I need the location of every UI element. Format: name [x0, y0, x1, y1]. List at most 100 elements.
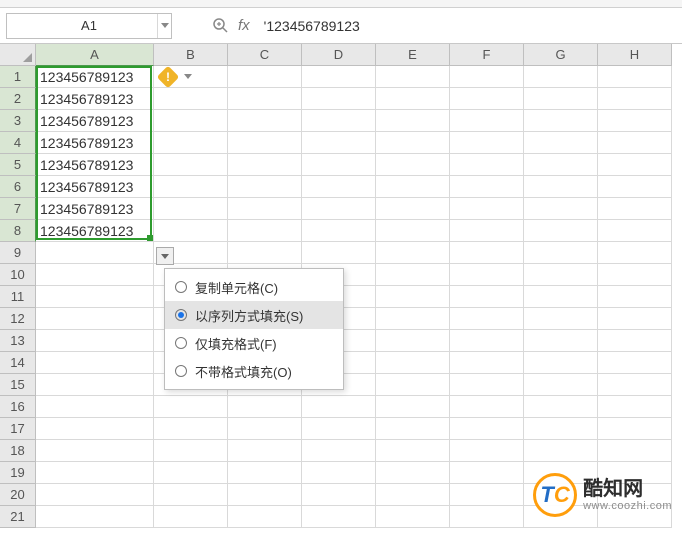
cell-A18[interactable]: [36, 440, 154, 462]
cell-H1[interactable]: [598, 66, 672, 88]
cell-E1[interactable]: [376, 66, 450, 88]
row-header-3[interactable]: 3: [0, 110, 36, 132]
row-header-6[interactable]: 6: [0, 176, 36, 198]
cell-A8[interactable]: 123456789123: [36, 220, 154, 242]
cell-B4[interactable]: [154, 132, 228, 154]
row-header-8[interactable]: 8: [0, 220, 36, 242]
cell-H13[interactable]: [598, 330, 672, 352]
cell-E21[interactable]: [376, 506, 450, 528]
cell-B20[interactable]: [154, 484, 228, 506]
col-header-D[interactable]: D: [302, 44, 376, 66]
cell-H2[interactable]: [598, 88, 672, 110]
cell-A4[interactable]: 123456789123: [36, 132, 154, 154]
cell-B17[interactable]: [154, 418, 228, 440]
col-header-H[interactable]: H: [598, 44, 672, 66]
cell-G12[interactable]: [524, 308, 598, 330]
cell-G3[interactable]: [524, 110, 598, 132]
cell-G9[interactable]: [524, 242, 598, 264]
cell-E13[interactable]: [376, 330, 450, 352]
cell-C6[interactable]: [228, 176, 302, 198]
cell-A16[interactable]: [36, 396, 154, 418]
cell-E3[interactable]: [376, 110, 450, 132]
cell-G10[interactable]: [524, 264, 598, 286]
cell-A20[interactable]: [36, 484, 154, 506]
cell-F7[interactable]: [450, 198, 524, 220]
cell-D8[interactable]: [302, 220, 376, 242]
cell-F5[interactable]: [450, 154, 524, 176]
cell-F13[interactable]: [450, 330, 524, 352]
cell-H11[interactable]: [598, 286, 672, 308]
cell-C17[interactable]: [228, 418, 302, 440]
row-header-14[interactable]: 14: [0, 352, 36, 374]
cell-H5[interactable]: [598, 154, 672, 176]
cell-G17[interactable]: [524, 418, 598, 440]
row-header-13[interactable]: 13: [0, 330, 36, 352]
cell-A14[interactable]: [36, 352, 154, 374]
cell-D9[interactable]: [302, 242, 376, 264]
cell-B5[interactable]: [154, 154, 228, 176]
cell-D1[interactable]: [302, 66, 376, 88]
col-header-F[interactable]: F: [450, 44, 524, 66]
cell-H14[interactable]: [598, 352, 672, 374]
cell-B7[interactable]: [154, 198, 228, 220]
cell-D3[interactable]: [302, 110, 376, 132]
cell-D6[interactable]: [302, 176, 376, 198]
cell-H9[interactable]: [598, 242, 672, 264]
cell-E10[interactable]: [376, 264, 450, 286]
row-header-12[interactable]: 12: [0, 308, 36, 330]
cell-G15[interactable]: [524, 374, 598, 396]
cell-D7[interactable]: [302, 198, 376, 220]
cell-C8[interactable]: [228, 220, 302, 242]
cell-H12[interactable]: [598, 308, 672, 330]
autofill-menu-item-3[interactable]: 不带格式填充(O): [165, 357, 343, 385]
cell-H6[interactable]: [598, 176, 672, 198]
cell-E5[interactable]: [376, 154, 450, 176]
cell-E14[interactable]: [376, 352, 450, 374]
cell-C2[interactable]: [228, 88, 302, 110]
cell-H4[interactable]: [598, 132, 672, 154]
cell-F14[interactable]: [450, 352, 524, 374]
cell-D20[interactable]: [302, 484, 376, 506]
cell-B3[interactable]: [154, 110, 228, 132]
cell-A5[interactable]: 123456789123: [36, 154, 154, 176]
cell-C5[interactable]: [228, 154, 302, 176]
cell-C19[interactable]: [228, 462, 302, 484]
cell-A3[interactable]: 123456789123: [36, 110, 154, 132]
cell-G14[interactable]: [524, 352, 598, 374]
autofill-menu-item-2[interactable]: 仅填充格式(F): [165, 329, 343, 357]
fx-icon[interactable]: fx: [238, 17, 250, 34]
name-box[interactable]: A1: [6, 13, 172, 39]
cell-C4[interactable]: [228, 132, 302, 154]
cell-H17[interactable]: [598, 418, 672, 440]
row-header-19[interactable]: 19: [0, 462, 36, 484]
cell-D17[interactable]: [302, 418, 376, 440]
cell-B21[interactable]: [154, 506, 228, 528]
cell-B2[interactable]: [154, 88, 228, 110]
cell-D21[interactable]: [302, 506, 376, 528]
cell-E2[interactable]: [376, 88, 450, 110]
cell-C16[interactable]: [228, 396, 302, 418]
cell-D4[interactable]: [302, 132, 376, 154]
cell-F19[interactable]: [450, 462, 524, 484]
cell-D16[interactable]: [302, 396, 376, 418]
cell-A9[interactable]: [36, 242, 154, 264]
cell-E8[interactable]: [376, 220, 450, 242]
cell-D18[interactable]: [302, 440, 376, 462]
select-all-corner[interactable]: [0, 44, 36, 66]
cell-G4[interactable]: [524, 132, 598, 154]
cell-E9[interactable]: [376, 242, 450, 264]
cell-F21[interactable]: [450, 506, 524, 528]
row-header-1[interactable]: 1: [0, 66, 36, 88]
cell-B6[interactable]: [154, 176, 228, 198]
cell-E19[interactable]: [376, 462, 450, 484]
cell-C9[interactable]: [228, 242, 302, 264]
cell-B16[interactable]: [154, 396, 228, 418]
cell-F3[interactable]: [450, 110, 524, 132]
cell-G6[interactable]: [524, 176, 598, 198]
cell-F17[interactable]: [450, 418, 524, 440]
cell-E16[interactable]: [376, 396, 450, 418]
cell-E17[interactable]: [376, 418, 450, 440]
row-header-15[interactable]: 15: [0, 374, 36, 396]
cell-A1[interactable]: 123456789123: [36, 66, 154, 88]
cell-D19[interactable]: [302, 462, 376, 484]
